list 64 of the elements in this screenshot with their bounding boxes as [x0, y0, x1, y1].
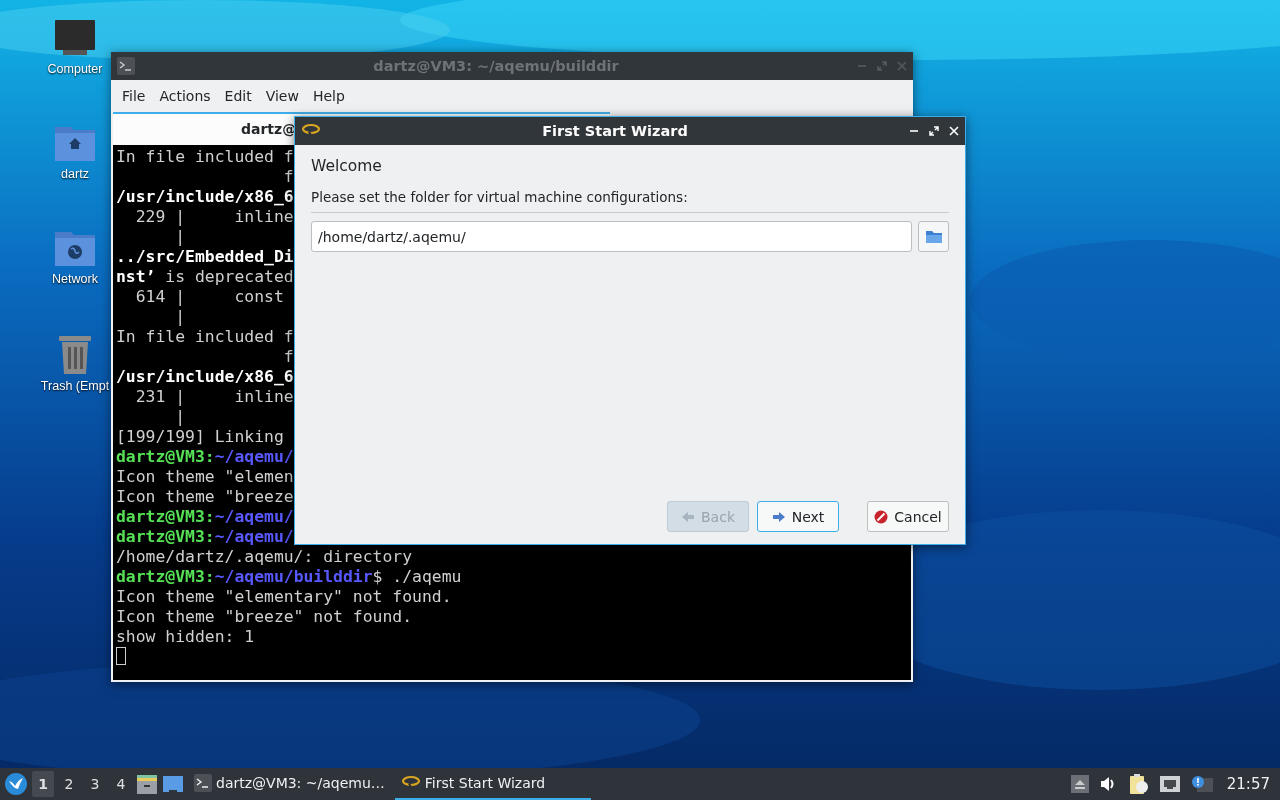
terminal-line: /usr/include/x86_6: [116, 367, 294, 387]
notification-icon[interactable]: [1190, 775, 1213, 793]
terminal-line: /home/dartz/.aqemu/: directory: [116, 547, 413, 567]
taskbar-task[interactable]: dartz@VM3: ~/aqemu…: [188, 768, 391, 800]
arrow-right-icon: [771, 510, 786, 523]
terminal-line: 614 | const: [134, 287, 284, 307]
terminal-line: show hidden: 1: [116, 627, 255, 647]
folder-icon: [924, 229, 943, 244]
terminal-line: f: [282, 167, 294, 187]
terminal-icon: [117, 57, 135, 75]
terminal-line: dartz@VM3:~/aqemu/builddir$ ./aqemu: [116, 567, 462, 587]
terminal-line: 231 | inline: [134, 387, 294, 407]
show-desktop-icon[interactable]: [162, 774, 184, 794]
network-port-icon[interactable]: [1158, 775, 1181, 793]
terminal-line: Icon theme "elemen: [116, 467, 294, 487]
terminal-line: Icon theme "elementary" not found.: [116, 587, 452, 607]
arrow-left-icon: [681, 510, 695, 523]
start-menu-icon[interactable]: [4, 772, 28, 796]
cancel-button[interactable]: Cancel: [867, 501, 949, 532]
window-title: dartz@VM3: ~/aqemu/builddir: [372, 58, 620, 74]
terminal-line: |: [174, 307, 186, 327]
terminal-line: |: [174, 407, 186, 427]
menu-item[interactable]: Help: [305, 88, 352, 104]
desktop-icon-label[interactable]: Network: [52, 272, 98, 286]
desktop-icon-label[interactable]: Trash (Empt: [40, 379, 110, 393]
window-title: First Start Wizard: [541, 123, 689, 139]
folder-path-field[interactable]: /home/dartz/.aqemu/: [311, 221, 912, 252]
terminal-line: dartz@VM3:~/aqemu/: [116, 447, 294, 467]
desktop-switcher[interactable]: 3: [84, 771, 106, 797]
menu-item[interactable]: File: [115, 88, 153, 104]
desktop-switcher[interactable]: 4: [110, 771, 132, 797]
terminal-line: In file included f: [116, 327, 294, 347]
desktop-switcher[interactable]: 2: [58, 771, 80, 797]
terminal-line: 229 | inline: [134, 207, 294, 227]
terminal-line: In file included f: [116, 147, 294, 167]
terminal-line: ../src/Embedded_Di: [116, 247, 294, 267]
file-cabinet-icon[interactable]: [136, 773, 158, 795]
terminal-line: |: [174, 227, 186, 247]
taskbar-task[interactable]: First Start Wizard: [394, 768, 591, 800]
terminal-line: [199/199] Linking: [116, 427, 284, 447]
next-button[interactable]: Next: [757, 501, 839, 532]
desktop-switcher[interactable]: 1: [32, 771, 54, 797]
terminal-line: nst’ is deprecated: [116, 267, 294, 287]
terminal-icon: [194, 774, 212, 792]
terminal-line: Icon theme "breeze" not found.: [116, 607, 413, 627]
terminal-line: f: [282, 347, 294, 367]
menu-item[interactable]: Actions: [152, 88, 218, 104]
text-cursor: [116, 647, 126, 665]
browse-button[interactable]: [918, 221, 949, 252]
ring-icon: [301, 121, 321, 141]
monitor-icon[interactable]: [53, 18, 97, 58]
terminal-line: dartz@VM3:~/aqemu/: [116, 527, 294, 547]
clock[interactable]: 21:57: [1222, 775, 1276, 793]
terminal-line: /usr/include/x86_6: [116, 187, 294, 207]
ring-icon: [400, 773, 421, 793]
eject-icon[interactable]: [1070, 775, 1089, 793]
menu-item[interactable]: View: [258, 88, 306, 104]
instruction-text: Please set the folder for virtual machine configurations:: [311, 189, 949, 213]
page-heading: Welcome: [311, 157, 383, 175]
menu-item[interactable]: Edit: [217, 88, 259, 104]
terminal-line: Icon theme "breeze: [116, 487, 294, 507]
terminal-line: dartz@VM3:~/aqemu/: [116, 507, 294, 527]
desktop-icon-label[interactable]: dartz: [61, 167, 89, 181]
stop-icon: [874, 509, 889, 524]
